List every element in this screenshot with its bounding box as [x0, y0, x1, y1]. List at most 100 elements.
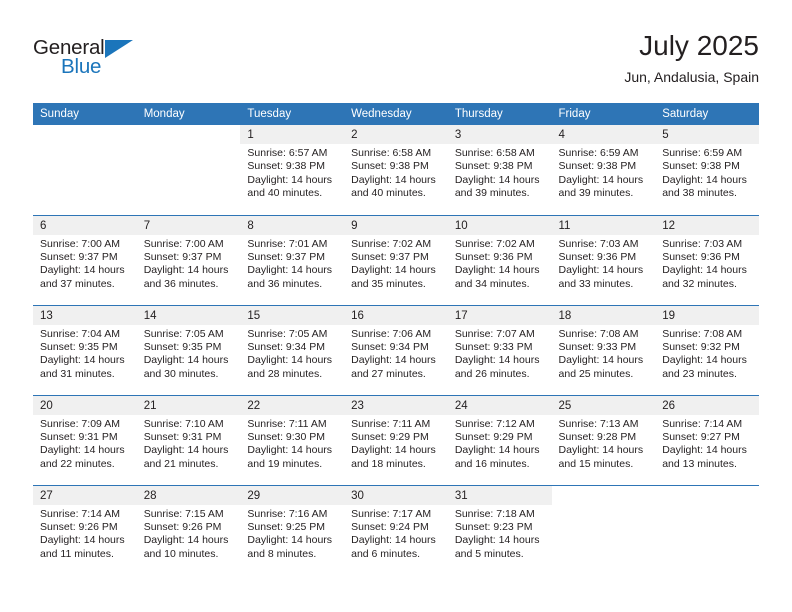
calendar-day-cell[interactable]: 20 Sunrise: 7:09 AM Sunset: 9:31 PM Dayligh…	[33, 394, 137, 485]
daylight-text: Daylight: 14 hours and 36 minutes.	[143, 264, 229, 290]
day-number: 6	[33, 215, 137, 235]
daylight-text: Daylight: 14 hours and 10 minutes.	[143, 534, 229, 560]
day-cell-inner: 10 Sunrise: 7:02 AM Sunset: 9:36 PM Dayligh…	[447, 215, 552, 305]
sunset-text: Sunset: 9:37 PM	[40, 250, 118, 263]
day-cell-inner: 26 Sunrise: 7:14 AM Sunset: 9:27 PM Dayligh…	[655, 395, 759, 485]
sunset-text: Sunset: 9:38 PM	[351, 160, 429, 173]
daylight-text: Daylight: 14 hours and 15 minutes.	[558, 444, 644, 470]
day-cell-inner: 11 Sunrise: 7:03 AM Sunset: 9:36 PM Dayligh…	[551, 215, 656, 305]
day-cell-inner: 27 Sunrise: 7:14 AM Sunset: 9:26 PM Dayligh…	[33, 485, 137, 576]
calendar-day-cell[interactable]: 6 Sunrise: 7:00 AM Sunset: 9:37 PM Daylight…	[33, 214, 137, 305]
day-details: Sunrise: 6:57 AM Sunset: 9:38 PM Daylight:…	[240, 144, 344, 201]
daylight-text: Daylight: 14 hours and 27 minutes.	[351, 354, 436, 380]
day-details: Sunrise: 7:17 AM Sunset: 9:24 PM Daylight:…	[344, 505, 448, 562]
calendar-day-cell[interactable]: 30 Sunrise: 7:17 AM Sunset: 9:24 PM Dayligh…	[344, 484, 448, 575]
day-cell-inner	[137, 125, 241, 215]
daylight-text: Daylight: 14 hours and 38 minutes.	[662, 173, 747, 200]
calendar-day-cell[interactable]: 4 Sunrise: 6:59 AM Sunset: 9:38 PM Daylight…	[551, 125, 656, 215]
calendar-day-cell[interactable]: 3 Sunrise: 6:58 AM Sunset: 9:38 PM Daylight…	[447, 125, 552, 215]
sunset-text: Sunset: 9:31 PM	[143, 430, 222, 443]
day-number: 18	[551, 305, 656, 325]
calendar-day-cell[interactable]: 8 Sunrise: 7:01 AM Sunset: 9:37 PM Daylight…	[240, 214, 345, 305]
sunrise-text: Sunrise: 7:03 AM	[662, 237, 743, 250]
weekday-header-tuesday: Tuesday	[240, 103, 345, 125]
daylight-text: Daylight: 14 hours and 25 minutes.	[558, 354, 644, 380]
calendar-week-row: 27 Sunrise: 7:14 AM Sunset: 9:26 PM Dayligh…	[33, 484, 759, 576]
day-details: Sunrise: 6:58 AM Sunset: 9:38 PM Daylight:…	[448, 144, 552, 201]
calendar-day-cell[interactable]: 21 Sunrise: 7:10 AM Sunset: 9:31 PM Dayligh…	[136, 394, 241, 485]
day-number: 1	[240, 125, 345, 144]
calendar-day-cell[interactable]: 10 Sunrise: 7:02 AM Sunset: 9:36 PM Dayligh…	[447, 214, 552, 305]
day-details: Sunrise: 7:11 AM Sunset: 9:29 PM Daylight:…	[344, 415, 448, 472]
day-number: 11	[551, 215, 656, 235]
daylight-text: Daylight: 14 hours and 36 minutes.	[247, 264, 333, 290]
calendar-day-cell[interactable]: 5 Sunrise: 6:59 AM Sunset: 9:38 PM Daylight…	[655, 125, 759, 215]
daylight-text: Daylight: 14 hours and 13 minutes.	[662, 444, 747, 470]
day-cell-inner: 22 Sunrise: 7:11 AM Sunset: 9:30 PM Dayligh…	[240, 395, 345, 485]
calendar-day-cell[interactable]: 15 Sunrise: 7:05 AM Sunset: 9:34 PM Dayligh…	[240, 304, 345, 395]
daylight-text: Daylight: 14 hours and 28 minutes.	[247, 354, 333, 380]
calendar-day-cell[interactable]: 2 Sunrise: 6:58 AM Sunset: 9:38 PM Daylight…	[344, 125, 448, 215]
sunset-text: Sunset: 9:29 PM	[351, 430, 429, 443]
calendar-day-cell[interactable]: 27 Sunrise: 7:14 AM Sunset: 9:26 PM Dayligh…	[33, 484, 137, 576]
sunset-text: Sunset: 9:34 PM	[351, 340, 429, 353]
sunset-text: Sunset: 9:36 PM	[558, 250, 637, 263]
calendar-day-cell[interactable]: 28 Sunrise: 7:15 AM Sunset: 9:26 PM Dayligh…	[136, 484, 241, 575]
calendar-day-cell[interactable]: 26 Sunrise: 7:14 AM Sunset: 9:27 PM Dayligh…	[655, 394, 759, 485]
sunrise-text: Sunrise: 7:02 AM	[351, 237, 432, 250]
sunrise-text: Sunrise: 7:14 AM	[662, 417, 743, 430]
calendar-day-cell[interactable]: 29 Sunrise: 7:16 AM Sunset: 9:25 PM Dayligh…	[240, 484, 345, 575]
daylight-text: Daylight: 14 hours and 40 minutes.	[351, 173, 436, 200]
day-number: 10	[447, 215, 552, 235]
day-details: Sunrise: 7:10 AM Sunset: 9:31 PM Daylight:…	[137, 415, 241, 472]
day-details: Sunrise: 6:58 AM Sunset: 9:38 PM Daylight:…	[344, 144, 448, 201]
day-details: Sunrise: 7:05 AM Sunset: 9:35 PM Daylight:…	[137, 325, 241, 382]
day-cell-inner	[655, 486, 759, 576]
calendar-day-cell[interactable]: 16 Sunrise: 7:06 AM Sunset: 9:34 PM Dayligh…	[344, 304, 448, 395]
day-cell-inner: 4 Sunrise: 6:59 AM Sunset: 9:38 PM Daylight…	[551, 125, 656, 215]
day-number: 8	[240, 215, 345, 235]
day-number: 19	[655, 305, 759, 325]
page-header: General Blue July 2025 Jun, Andalusia, S…	[33, 30, 759, 100]
day-details: Sunrise: 7:14 AM Sunset: 9:26 PM Daylight:…	[33, 505, 137, 562]
calendar-day-cell[interactable]: 24 Sunrise: 7:12 AM Sunset: 9:29 PM Dayligh…	[447, 394, 552, 485]
day-details: Sunrise: 7:13 AM Sunset: 9:28 PM Daylight:…	[552, 415, 656, 472]
day-number: 3	[447, 125, 552, 144]
calendar-day-cell[interactable]: 31 Sunrise: 7:18 AM Sunset: 9:23 PM Dayligh…	[447, 484, 552, 575]
sunset-text: Sunset: 9:32 PM	[662, 340, 740, 353]
calendar-day-cell[interactable]: 23 Sunrise: 7:11 AM Sunset: 9:29 PM Dayligh…	[344, 394, 448, 485]
calendar-day-cell[interactable]: 17 Sunrise: 7:07 AM Sunset: 9:33 PM Dayligh…	[447, 304, 552, 395]
calendar-day-cell[interactable]: 25 Sunrise: 7:13 AM Sunset: 9:28 PM Dayligh…	[551, 394, 656, 485]
day-number: 21	[136, 395, 241, 415]
general-blue-logo[interactable]: General Blue	[33, 37, 163, 86]
calendar-day-cell-empty	[33, 125, 137, 215]
day-number: 27	[33, 485, 137, 505]
calendar-day-cell[interactable]: 19 Sunrise: 7:08 AM Sunset: 9:32 PM Dayligh…	[655, 304, 759, 395]
calendar-day-cell[interactable]: 11 Sunrise: 7:03 AM Sunset: 9:36 PM Dayligh…	[551, 214, 656, 305]
calendar-day-cell-empty	[551, 484, 656, 576]
calendar-day-cell[interactable]: 12 Sunrise: 7:03 AM Sunset: 9:36 PM Dayligh…	[655, 214, 759, 305]
calendar-page: General Blue July 2025 Jun, Andalusia, S…	[0, 0, 792, 612]
day-cell-inner	[552, 486, 656, 576]
calendar-day-cell[interactable]: 9 Sunrise: 7:02 AM Sunset: 9:37 PM Daylight…	[344, 214, 448, 305]
day-cell-inner: 23 Sunrise: 7:11 AM Sunset: 9:29 PM Dayligh…	[344, 395, 448, 485]
calendar-week-row: 13 Sunrise: 7:04 AM Sunset: 9:35 PM Dayligh…	[33, 304, 759, 395]
day-number: 15	[240, 305, 345, 325]
sunset-text: Sunset: 9:35 PM	[143, 340, 222, 353]
day-details: Sunrise: 7:15 AM Sunset: 9:26 PM Daylight:…	[137, 505, 241, 562]
day-number: 14	[136, 305, 241, 325]
calendar-day-cell[interactable]: 14 Sunrise: 7:05 AM Sunset: 9:35 PM Dayligh…	[136, 304, 241, 395]
day-details: Sunrise: 7:14 AM Sunset: 9:27 PM Daylight:…	[655, 415, 759, 472]
day-cell-inner: 1 Sunrise: 6:57 AM Sunset: 9:38 PM Daylight…	[240, 125, 345, 215]
calendar-day-cell[interactable]: 1 Sunrise: 6:57 AM Sunset: 9:38 PM Daylight…	[240, 125, 345, 215]
calendar-day-cell[interactable]: 22 Sunrise: 7:11 AM Sunset: 9:30 PM Dayligh…	[240, 394, 345, 485]
calendar-day-cell-empty	[137, 125, 241, 215]
calendar-day-cell[interactable]: 13 Sunrise: 7:04 AM Sunset: 9:35 PM Dayligh…	[33, 304, 137, 395]
daylight-text: Daylight: 14 hours and 30 minutes.	[143, 354, 229, 380]
day-cell-inner	[33, 125, 137, 215]
day-details: Sunrise: 7:00 AM Sunset: 9:37 PM Daylight:…	[137, 235, 241, 292]
calendar-day-cell[interactable]: 18 Sunrise: 7:08 AM Sunset: 9:33 PM Dayligh…	[551, 304, 656, 395]
sunrise-text: Sunrise: 7:17 AM	[351, 507, 432, 520]
calendar-day-cell[interactable]: 7 Sunrise: 7:00 AM Sunset: 9:37 PM Daylight…	[136, 214, 241, 305]
day-number: 2	[344, 125, 448, 144]
